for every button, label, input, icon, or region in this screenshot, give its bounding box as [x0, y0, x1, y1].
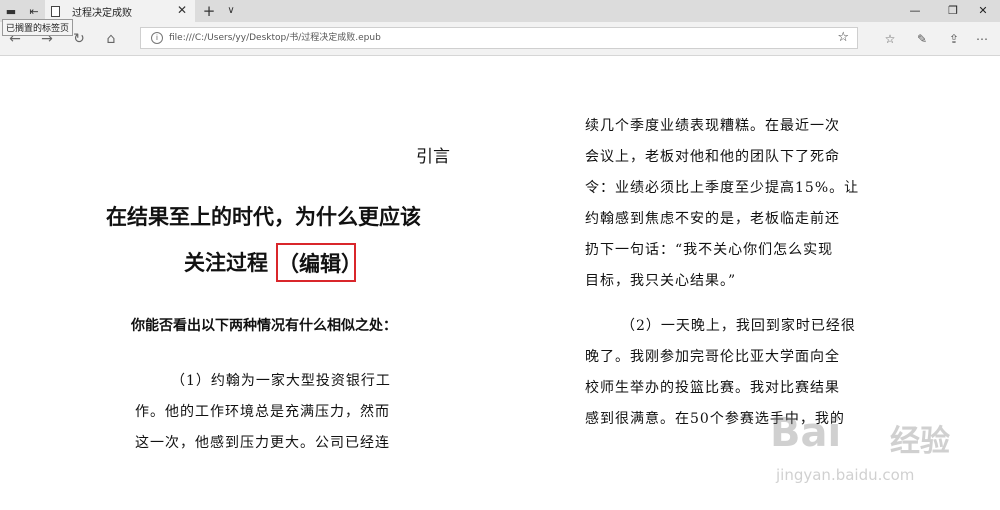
watermark-url: jingyan.baidu.com — [776, 466, 915, 484]
minimize-button[interactable]: — — [896, 0, 934, 22]
tab-list-chevron-icon[interactable]: ∨ — [224, 0, 238, 22]
tab-strip: ▬ ⇤ 过程决定成败 ✕ + ∨ — ❐ ✕ — [0, 0, 1000, 22]
tab-actions-icon[interactable]: ▬ — [3, 3, 19, 19]
paragraph-line: （1）约翰为一家大型投资银行工 — [171, 373, 391, 389]
share-icon[interactable]: ⇪ — [944, 29, 964, 49]
paragraph-line: 续几个季度业绩表现糟糕。在最近一次 — [585, 118, 840, 134]
watermark: Bai 经验 jingyan.baidu.com — [770, 410, 970, 492]
right-paragraph-1: 续几个季度业绩表现糟糕。在最近一次 会议上，老板对他和他的团队下了死命 令：业绩… — [585, 111, 859, 297]
url-text[interactable]: file:///C:/Users/yy/Desktop/书/过程决定成败.epu… — [169, 28, 381, 48]
paragraph-line: 作。他的工作环境总是充满压力，然而 — [135, 404, 390, 420]
favorites-hub-icon[interactable]: ☆ — [880, 29, 900, 49]
new-tab-button[interactable]: + — [200, 0, 218, 22]
paragraph-line: 目标，我只关心结果。” — [585, 273, 737, 289]
home-icon[interactable]: ⌂ — [100, 29, 122, 49]
left-paragraph: （1）约翰为一家大型投资银行工 作。他的工作环境总是充满压力，然而 这一次，他感… — [135, 366, 391, 459]
pen-notes-icon[interactable]: ✎ — [912, 29, 932, 49]
section-title: 引言 — [416, 147, 450, 167]
favorite-star-icon[interactable]: ☆ — [837, 28, 849, 48]
paragraph-line: 扔下一句话：“我不关心你们怎么实现 — [585, 242, 834, 258]
tooltip: 已搁置的标签页 — [2, 19, 74, 36]
document-icon — [51, 5, 60, 17]
chapter-heading-line2: 关注过程 — [184, 251, 268, 275]
paragraph-line: 晚了。我刚参加完哥伦比亚大学面向全 — [585, 349, 840, 365]
paragraph-line: 约翰感到焦虑不安的是，老板临走前还 — [585, 211, 840, 227]
paragraph-line: 会议上，老板对他和他的团队下了死命 — [585, 149, 840, 165]
info-icon[interactable]: i — [151, 32, 163, 44]
question-text: 你能否看出以下两种情况有什么相似之处： — [131, 318, 397, 334]
paragraph-line: （2）一天晚上，我回到家时已经很 — [621, 318, 856, 334]
watermark-brand: Bai — [770, 410, 842, 456]
paragraph-line: 这一次，他感到压力更大。公司已经连 — [135, 435, 390, 451]
tab-title: 过程决定成败 — [72, 7, 132, 19]
more-icon[interactable]: ⋯ — [972, 29, 992, 49]
address-bar[interactable]: i file:///C:/Users/yy/Desktop/书/过程决定成败.e… — [140, 27, 858, 49]
paragraph-line: 令：业绩必须比上季度至少提高15%。让 — [585, 180, 860, 196]
edit-highlight[interactable]: （编辑） — [276, 243, 362, 282]
set-aside-tabs-icon[interactable]: ⇤ — [26, 3, 42, 19]
watermark-brand-cn: 经验 — [890, 424, 950, 459]
paragraph-line: 校师生举办的投篮比赛。我对比赛结果 — [585, 380, 840, 396]
chapter-heading-line1: 在结果至上的时代，为什么更应该 — [106, 205, 421, 229]
close-tab-icon[interactable]: ✕ — [177, 3, 187, 17]
navigation-bar: ← → ↻ ⌂ i file:///C:/Users/yy/Desktop/书/… — [0, 22, 1000, 56]
close-window-button[interactable]: ✕ — [964, 0, 1000, 22]
